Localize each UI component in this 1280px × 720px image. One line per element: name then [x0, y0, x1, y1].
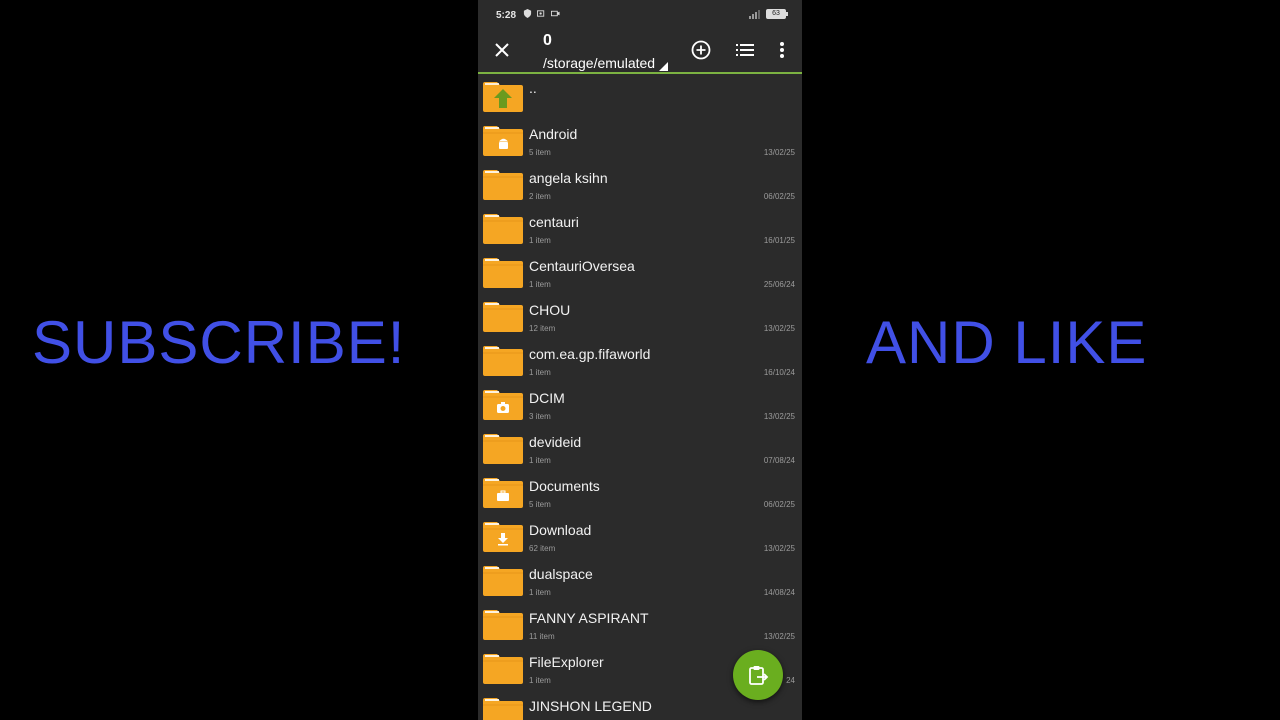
folder-icon [483, 434, 523, 464]
folder-name: CentauriOversea [529, 258, 635, 274]
more-options-button[interactable] [770, 38, 794, 62]
folder-date: 07/08/24 [763, 456, 795, 465]
folder-row[interactable]: Download 62 item 13/02/25 [478, 514, 802, 558]
signal-icon [749, 9, 760, 19]
folder-icon [483, 698, 523, 720]
folder-item-count: 5 item [529, 148, 551, 157]
shield-icon [523, 9, 532, 18]
folder-item-count: 1 item [529, 588, 551, 597]
folder-name: FANNY ASPIRANT [529, 610, 649, 626]
folder-name: com.ea.gp.fifaworld [529, 346, 651, 362]
paste-clipboard-icon [749, 666, 769, 685]
folder-date: 24 [786, 676, 795, 685]
record-icon [537, 10, 545, 17]
folder-icon [483, 522, 523, 552]
folder-row[interactable]: FANNY ASPIRANT 11 item 13/02/25 [478, 602, 802, 646]
folder-row[interactable]: devideid 1 item 07/08/24 [478, 426, 802, 470]
folder-date: 06/02/25 [763, 500, 795, 509]
list-view-icon [736, 44, 754, 56]
folder-icon [483, 258, 523, 288]
selection-count: 0 [543, 32, 552, 49]
close-button[interactable] [490, 38, 514, 62]
path-dropdown[interactable]: /storage/emulated [543, 55, 669, 71]
folder-row[interactable]: Android 5 item 13/02/25 [478, 118, 802, 162]
folder-icon [483, 170, 523, 200]
folder-row[interactable]: com.ea.gp.fifaworld 1 item 16/10/24 [478, 338, 802, 382]
folder-row[interactable]: centauri 1 item 16/01/25 [478, 206, 802, 250]
folder-item-count: 2 item [529, 192, 551, 201]
folder-date: 16/10/24 [763, 368, 795, 377]
folder-item-count: 1 item [529, 456, 551, 465]
list-view-button[interactable] [733, 38, 757, 62]
status-bar: 5:28 63 [478, 0, 802, 30]
folder-icon [483, 610, 523, 640]
folder-name: dualspace [529, 566, 593, 582]
folder-name: FileExplorer [529, 654, 604, 670]
add-button[interactable] [689, 38, 713, 62]
folder-row[interactable]: Documents 5 item 06/02/25 [478, 470, 802, 514]
folder-icon [483, 214, 523, 244]
folder-name: CHOU [529, 302, 571, 318]
phone-screen: 5:28 63 0 /storage/emulated .. Android 5… [478, 0, 802, 720]
folder-up-icon [483, 82, 523, 112]
parent-directory-label: .. [529, 80, 537, 96]
folder-date: 13/02/25 [763, 148, 795, 157]
folder-item-count: 1 item [529, 280, 551, 289]
dropdown-triangle-icon [659, 62, 669, 71]
parent-directory-row[interactable]: .. [478, 74, 802, 118]
folder-name: centauri [529, 214, 579, 230]
folder-icon [483, 126, 523, 156]
folder-item-count: 1 item [529, 236, 551, 245]
folder-date: 13/02/25 [763, 324, 795, 333]
folder-item-count: 3 item [529, 412, 551, 421]
folder-name: devideid [529, 434, 582, 450]
folder-icon [483, 566, 523, 596]
camera-icon [551, 10, 560, 17]
folder-row[interactable]: angela ksihn 2 item 06/02/25 [478, 162, 802, 206]
folder-name: Download [529, 522, 592, 538]
status-time: 5:28 [496, 10, 517, 21]
folder-row[interactable]: DCIM 3 item 13/02/25 [478, 382, 802, 426]
path-label: /storage/emulated [543, 55, 656, 71]
folder-name: Android [529, 126, 578, 142]
close-icon [495, 43, 509, 57]
folder-name: angela ksihn [529, 170, 608, 186]
folder-item-count: 62 item [529, 544, 556, 553]
folder-name: JINSHON LEGEND [529, 698, 652, 714]
folder-date: 13/02/25 [763, 412, 795, 421]
folder-row[interactable]: CentauriOversea 1 item 25/06/24 [478, 250, 802, 294]
subscribe-overlay-text: SUBSCRIBE! [32, 309, 406, 376]
folder-icon [483, 654, 523, 684]
folder-icon [483, 302, 523, 332]
file-list: .. Android 5 item 13/02/25 angela ksihn 2 it… [478, 74, 802, 720]
folder-icon [483, 478, 523, 508]
folder-item-count: 1 item [529, 368, 551, 377]
toolbar: 0 /storage/emulated [478, 30, 802, 74]
folder-icon [483, 346, 523, 376]
add-circle-icon [691, 40, 711, 60]
folder-name: Documents [529, 478, 600, 494]
folder-icon [483, 390, 523, 420]
folder-date: 25/06/24 [763, 280, 795, 289]
and-like-overlay-text: AND LIKE [866, 309, 1148, 376]
folder-date: 13/02/25 [763, 632, 795, 641]
folder-row[interactable]: CHOU 12 item 13/02/25 [478, 294, 802, 338]
folder-date: 13/02/25 [763, 544, 795, 553]
paste-fab-button[interactable] [733, 650, 783, 700]
folder-item-count: 5 item [529, 500, 551, 509]
folder-row[interactable]: dualspace 1 item 14/08/24 [478, 558, 802, 602]
folder-item-count: 12 item [529, 324, 556, 333]
battery-icon: 63 [766, 9, 788, 19]
folder-name: DCIM [529, 390, 565, 406]
folder-date: 14/08/24 [763, 588, 795, 597]
folder-date: 06/02/25 [763, 192, 795, 201]
folder-date: 16/01/25 [763, 236, 795, 245]
folder-item-count: 1 item [529, 676, 551, 685]
more-vert-icon [780, 42, 784, 58]
folder-item-count: 11 item [529, 632, 555, 641]
